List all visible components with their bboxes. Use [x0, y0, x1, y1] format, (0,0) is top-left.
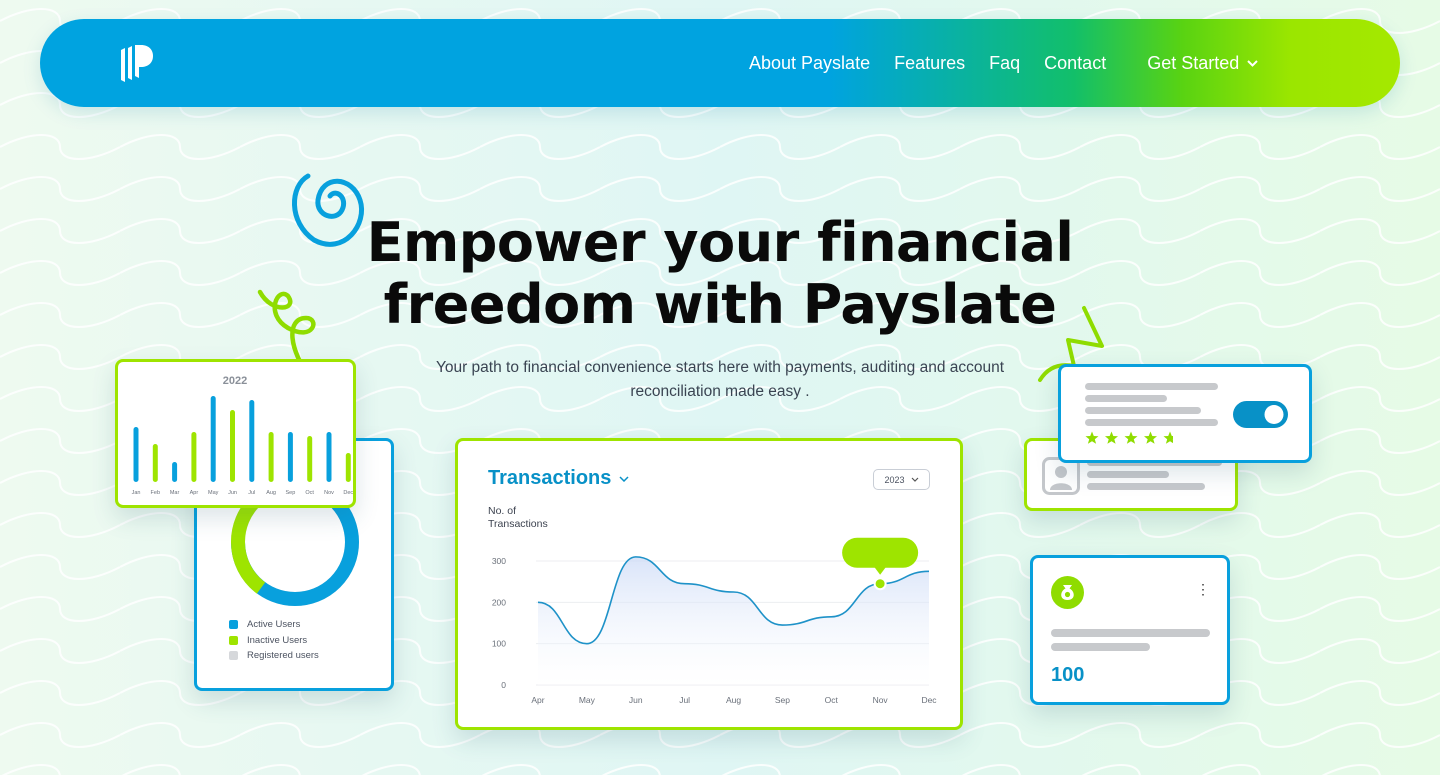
bar-oct [307, 436, 313, 482]
bar-tick-label: Apr [190, 490, 199, 496]
bar-mar [172, 462, 178, 482]
hero-title-line1: Empower your financial [366, 211, 1074, 274]
hero-title: Empower your financial freedom with Pays… [320, 212, 1120, 336]
x-tick-label: May [579, 695, 596, 705]
bar-tick-label: Jul [248, 490, 255, 496]
tooltip-pointer [874, 566, 887, 575]
y-tick-label: 100 [492, 639, 506, 649]
star-icon [1163, 431, 1173, 444]
star-icon [1144, 431, 1157, 444]
placeholder-line [1085, 395, 1167, 402]
bar-jan [133, 427, 139, 482]
money-bag-icon [1051, 576, 1084, 609]
stat-value: 100 [1051, 664, 1085, 686]
x-tick-label: Dec [921, 695, 937, 705]
blue-spiral-doodle [292, 173, 364, 247]
stat-card: ⋮ 100 [1030, 555, 1230, 705]
get-started-label: Get Started [1147, 52, 1240, 73]
bar-chart-title: 2022 [223, 375, 247, 387]
bar-tick-label: Nov [324, 490, 334, 496]
bar-tick-label: Jan [132, 490, 141, 496]
nav-link-faq[interactable]: Faq [989, 53, 1020, 74]
bar-tick-label: Oct [305, 490, 314, 496]
x-tick-label: Jul [679, 695, 690, 705]
hero-title-line2: freedom with Payslate [383, 273, 1057, 336]
rating-stars [1085, 431, 1173, 444]
star-icon [1124, 431, 1138, 444]
settings-toggle-card [1058, 364, 1312, 463]
placeholder-line [1085, 419, 1218, 426]
bar-tick-label: Sep [286, 490, 296, 496]
legend-item: Active Users [229, 617, 319, 633]
placeholder-line [1051, 629, 1210, 637]
bar-feb [152, 444, 158, 482]
get-started-dropdown[interactable]: Get Started [1147, 53, 1258, 74]
users-legend: Active Users Inactive Users Registered u… [229, 617, 319, 664]
bar-tick-label: May [208, 490, 219, 496]
x-tick-label: Jun [629, 695, 643, 705]
yearly-bar-chart-card: 2022 Jan Feb Mar Apr May Jun Jul Aug Sep Oct Nov Dec [115, 359, 356, 508]
legend-label: Inactive Users [247, 634, 308, 646]
star-icon [1105, 431, 1118, 444]
legend-swatch-registered [229, 651, 238, 661]
nav-link-about[interactable]: About Payslate [749, 53, 870, 74]
x-tick-label: Oct [825, 695, 839, 705]
x-tick-label: Nov [873, 695, 889, 705]
hero-subtitle: Your path to financial convenience start… [395, 356, 1045, 404]
placeholder-line [1085, 407, 1201, 414]
profile-placeholder-line [1087, 483, 1205, 490]
x-tick-label: Apr [531, 695, 544, 705]
bar-nov [326, 432, 332, 482]
toggle-switch[interactable] [1233, 401, 1288, 428]
tooltip-bubble [842, 537, 919, 568]
bar-sep [287, 432, 293, 482]
bar-tick-label: Mar [170, 490, 180, 496]
bar-may [210, 396, 216, 482]
hero-subtitle-line2: reconciliation made easy . [630, 383, 810, 400]
placeholder-line [1085, 383, 1218, 390]
legend-item: Inactive Users [229, 633, 319, 649]
nav-link-contact[interactable]: Contact [1044, 53, 1106, 74]
x-tick-label: Sep [775, 695, 790, 705]
star-icon [1085, 431, 1099, 444]
legend-item: Registered users [229, 648, 319, 664]
legend-swatch-inactive [229, 635, 238, 645]
legend-label: Registered users [247, 650, 319, 662]
yearly-bar-chart: 2022 Jan Feb Mar Apr May Jun Jul Aug Sep Oct Nov Dec [132, 375, 353, 496]
y-tick-label: 300 [492, 556, 506, 566]
highlight-point [873, 577, 887, 591]
transactions-card: Transactions 2023 No. of Transactions 01… [455, 438, 963, 730]
bar-tick-label: Jun [228, 490, 237, 496]
y-tick-label: 0 [501, 680, 506, 690]
bar-jul [249, 400, 255, 482]
chevron-down-icon [1247, 59, 1258, 67]
payslate-logo-icon[interactable] [119, 44, 153, 82]
hero-subtitle-line1: Your path to financial convenience start… [435, 359, 1005, 376]
bar-dec [345, 453, 351, 482]
x-tick-label: Aug [726, 695, 741, 705]
bar-aug [268, 432, 274, 482]
bar-tick-label: Feb [151, 490, 160, 496]
profile-placeholder-line [1087, 471, 1169, 478]
kebab-menu-icon[interactable]: ⋮ [1196, 582, 1210, 596]
legend-swatch-active [229, 620, 238, 630]
y-tick-label: 200 [492, 597, 506, 607]
placeholder-line [1051, 643, 1150, 651]
nav-link-features[interactable]: Features [894, 53, 965, 74]
bar-tick-label: Aug [266, 490, 276, 496]
bar-apr [191, 432, 197, 482]
transactions-line-chart: 0 100 200 300 Apr May Jun Jul Aug Sep Oct Nov Dec [492, 537, 937, 705]
legend-label: Active Users [247, 619, 301, 631]
top-navbar: About Payslate Features Faq Contact Get … [40, 19, 1400, 107]
series-area [538, 556, 929, 685]
bar-jun [230, 410, 235, 482]
nav-links: About Payslate Features Faq Contact Get … [749, 19, 1258, 107]
donut-segment-inactive [230, 541, 266, 594]
bar-tick-label: Dec [343, 490, 353, 496]
